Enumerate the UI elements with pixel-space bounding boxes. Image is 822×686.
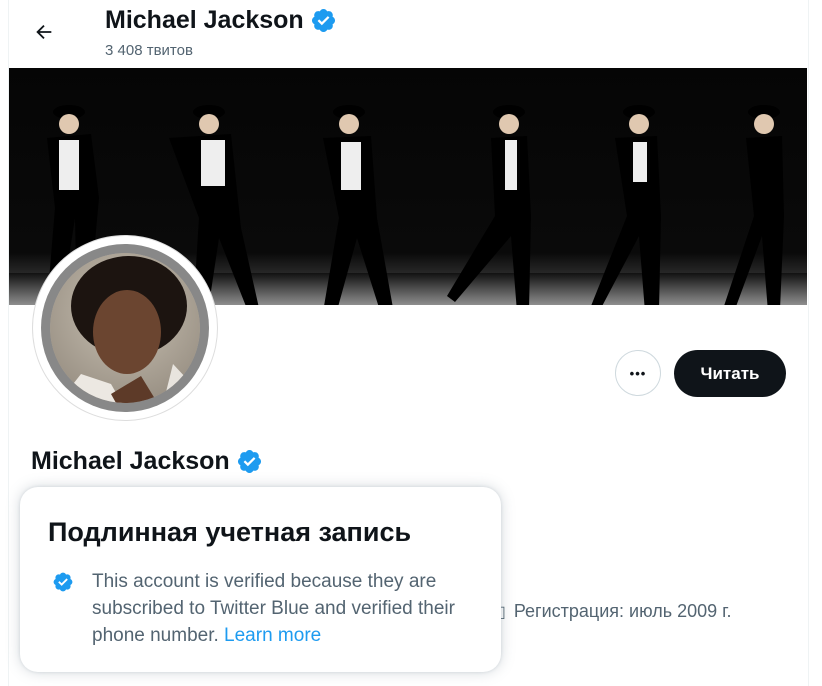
back-arrow-icon: [36, 24, 52, 40]
join-date: ▯ Регистрация: июль 2009 г.: [497, 601, 732, 622]
verification-popup: Подлинная учетная запись This account is…: [20, 487, 501, 672]
follow-button[interactable]: Читать: [674, 350, 786, 397]
more-button[interactable]: •••: [615, 350, 661, 396]
avatar[interactable]: [33, 236, 217, 420]
profile-name: Michael Jackson: [31, 447, 263, 476]
more-icon: •••: [629, 365, 647, 381]
back-button[interactable]: [26, 14, 62, 50]
popup-description: This account is verified because they ar…: [92, 568, 484, 649]
verified-badge-icon: [53, 572, 73, 592]
avatar-image: [41, 244, 209, 412]
verified-badge-icon[interactable]: [310, 7, 337, 34]
header-name-text: Michael Jackson: [105, 6, 304, 34]
verified-badge-icon[interactable]: [236, 448, 263, 475]
learn-more-link[interactable]: Learn more: [224, 625, 321, 646]
tweet-count: 3 408 твитов: [105, 42, 193, 59]
join-date-text: Регистрация: июль 2009 г.: [513, 601, 732, 621]
header-title: Michael Jackson: [105, 6, 337, 35]
popup-title: Подлинная учетная запись: [48, 517, 412, 547]
profile-name-text: Michael Jackson: [31, 447, 230, 475]
